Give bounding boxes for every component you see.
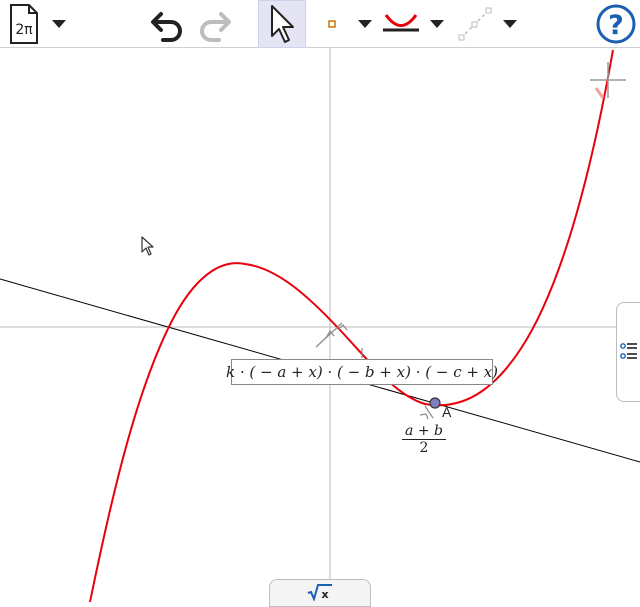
point-a[interactable] <box>429 397 441 409</box>
help-button[interactable]: ? <box>592 0 640 48</box>
function-tool-button[interactable] <box>380 0 422 48</box>
undo-button[interactable] <box>144 0 190 48</box>
help-icon: ? <box>596 4 636 44</box>
midpoint-fraction-label[interactable]: a + b 2 <box>400 423 448 457</box>
point-tool-dropdown[interactable] <box>352 0 378 48</box>
input-bar-toggle[interactable]: x <box>269 579 371 607</box>
undo-icon <box>151 12 182 42</box>
file-menu-icon: 2π <box>10 4 38 44</box>
file-menu-dropdown[interactable] <box>46 0 72 48</box>
triangle-down-icon <box>358 20 372 28</box>
line-tool-icon <box>458 7 492 41</box>
file-menu-label: 2π <box>15 22 33 38</box>
file-menu-button[interactable]: 2π <box>4 0 44 48</box>
line-tool-button[interactable] <box>454 0 496 48</box>
triangle-down-icon <box>430 20 444 28</box>
fraction-denominator: 2 <box>419 440 429 456</box>
cubic-function-graph[interactable] <box>89 49 614 602</box>
function-tool-dropdown[interactable] <box>424 0 450 48</box>
move-tool-icon <box>271 5 294 43</box>
fraction-numerator: a + b <box>402 423 446 440</box>
graphics-view[interactable] <box>0 48 640 602</box>
redo-icon <box>200 12 231 42</box>
triangle-down-icon <box>503 20 517 28</box>
redo-button[interactable] <box>192 0 238 48</box>
algebra-view-toggle[interactable] <box>616 302 640 402</box>
triangle-down-icon <box>52 20 66 28</box>
move-tool-button[interactable] <box>258 0 306 48</box>
point-a-label: A <box>442 404 452 420</box>
curve-highlight-mark <box>594 87 605 99</box>
function-formula-label[interactable]: k · ( − a + x) · ( − b + x) · ( − c + x) <box>226 359 498 385</box>
point-tool-button[interactable] <box>318 0 346 48</box>
function-tool-icon <box>383 14 419 32</box>
input-bar-label: x <box>321 588 328 601</box>
mouse-cursor-icon <box>141 236 154 256</box>
algebra-view-icon <box>620 343 637 359</box>
point-tool-icon <box>328 20 336 28</box>
line-tool-dropdown[interactable] <box>496 0 524 48</box>
help-label: ? <box>608 10 624 41</box>
sqrt-x-icon: x <box>307 584 332 601</box>
crosshair-icon <box>590 62 626 98</box>
toolbar: 2π ? <box>0 0 640 48</box>
